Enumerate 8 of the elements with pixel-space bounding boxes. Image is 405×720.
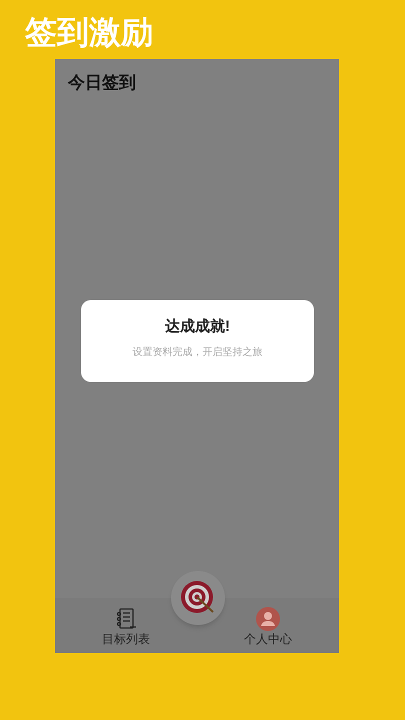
dialog-message: 设置资料完成，开启坚持之旅	[132, 346, 262, 359]
screen-title: 今日签到	[68, 73, 136, 92]
avatar-icon	[256, 607, 280, 631]
tab-item[interactable]: 目标列表	[86, 607, 166, 647]
banner-title: 签到激励	[25, 13, 153, 52]
checklist-icon	[114, 607, 138, 631]
dialog-title: 达成成就!	[165, 318, 230, 336]
tab-item[interactable]: 个人中心	[228, 607, 308, 647]
